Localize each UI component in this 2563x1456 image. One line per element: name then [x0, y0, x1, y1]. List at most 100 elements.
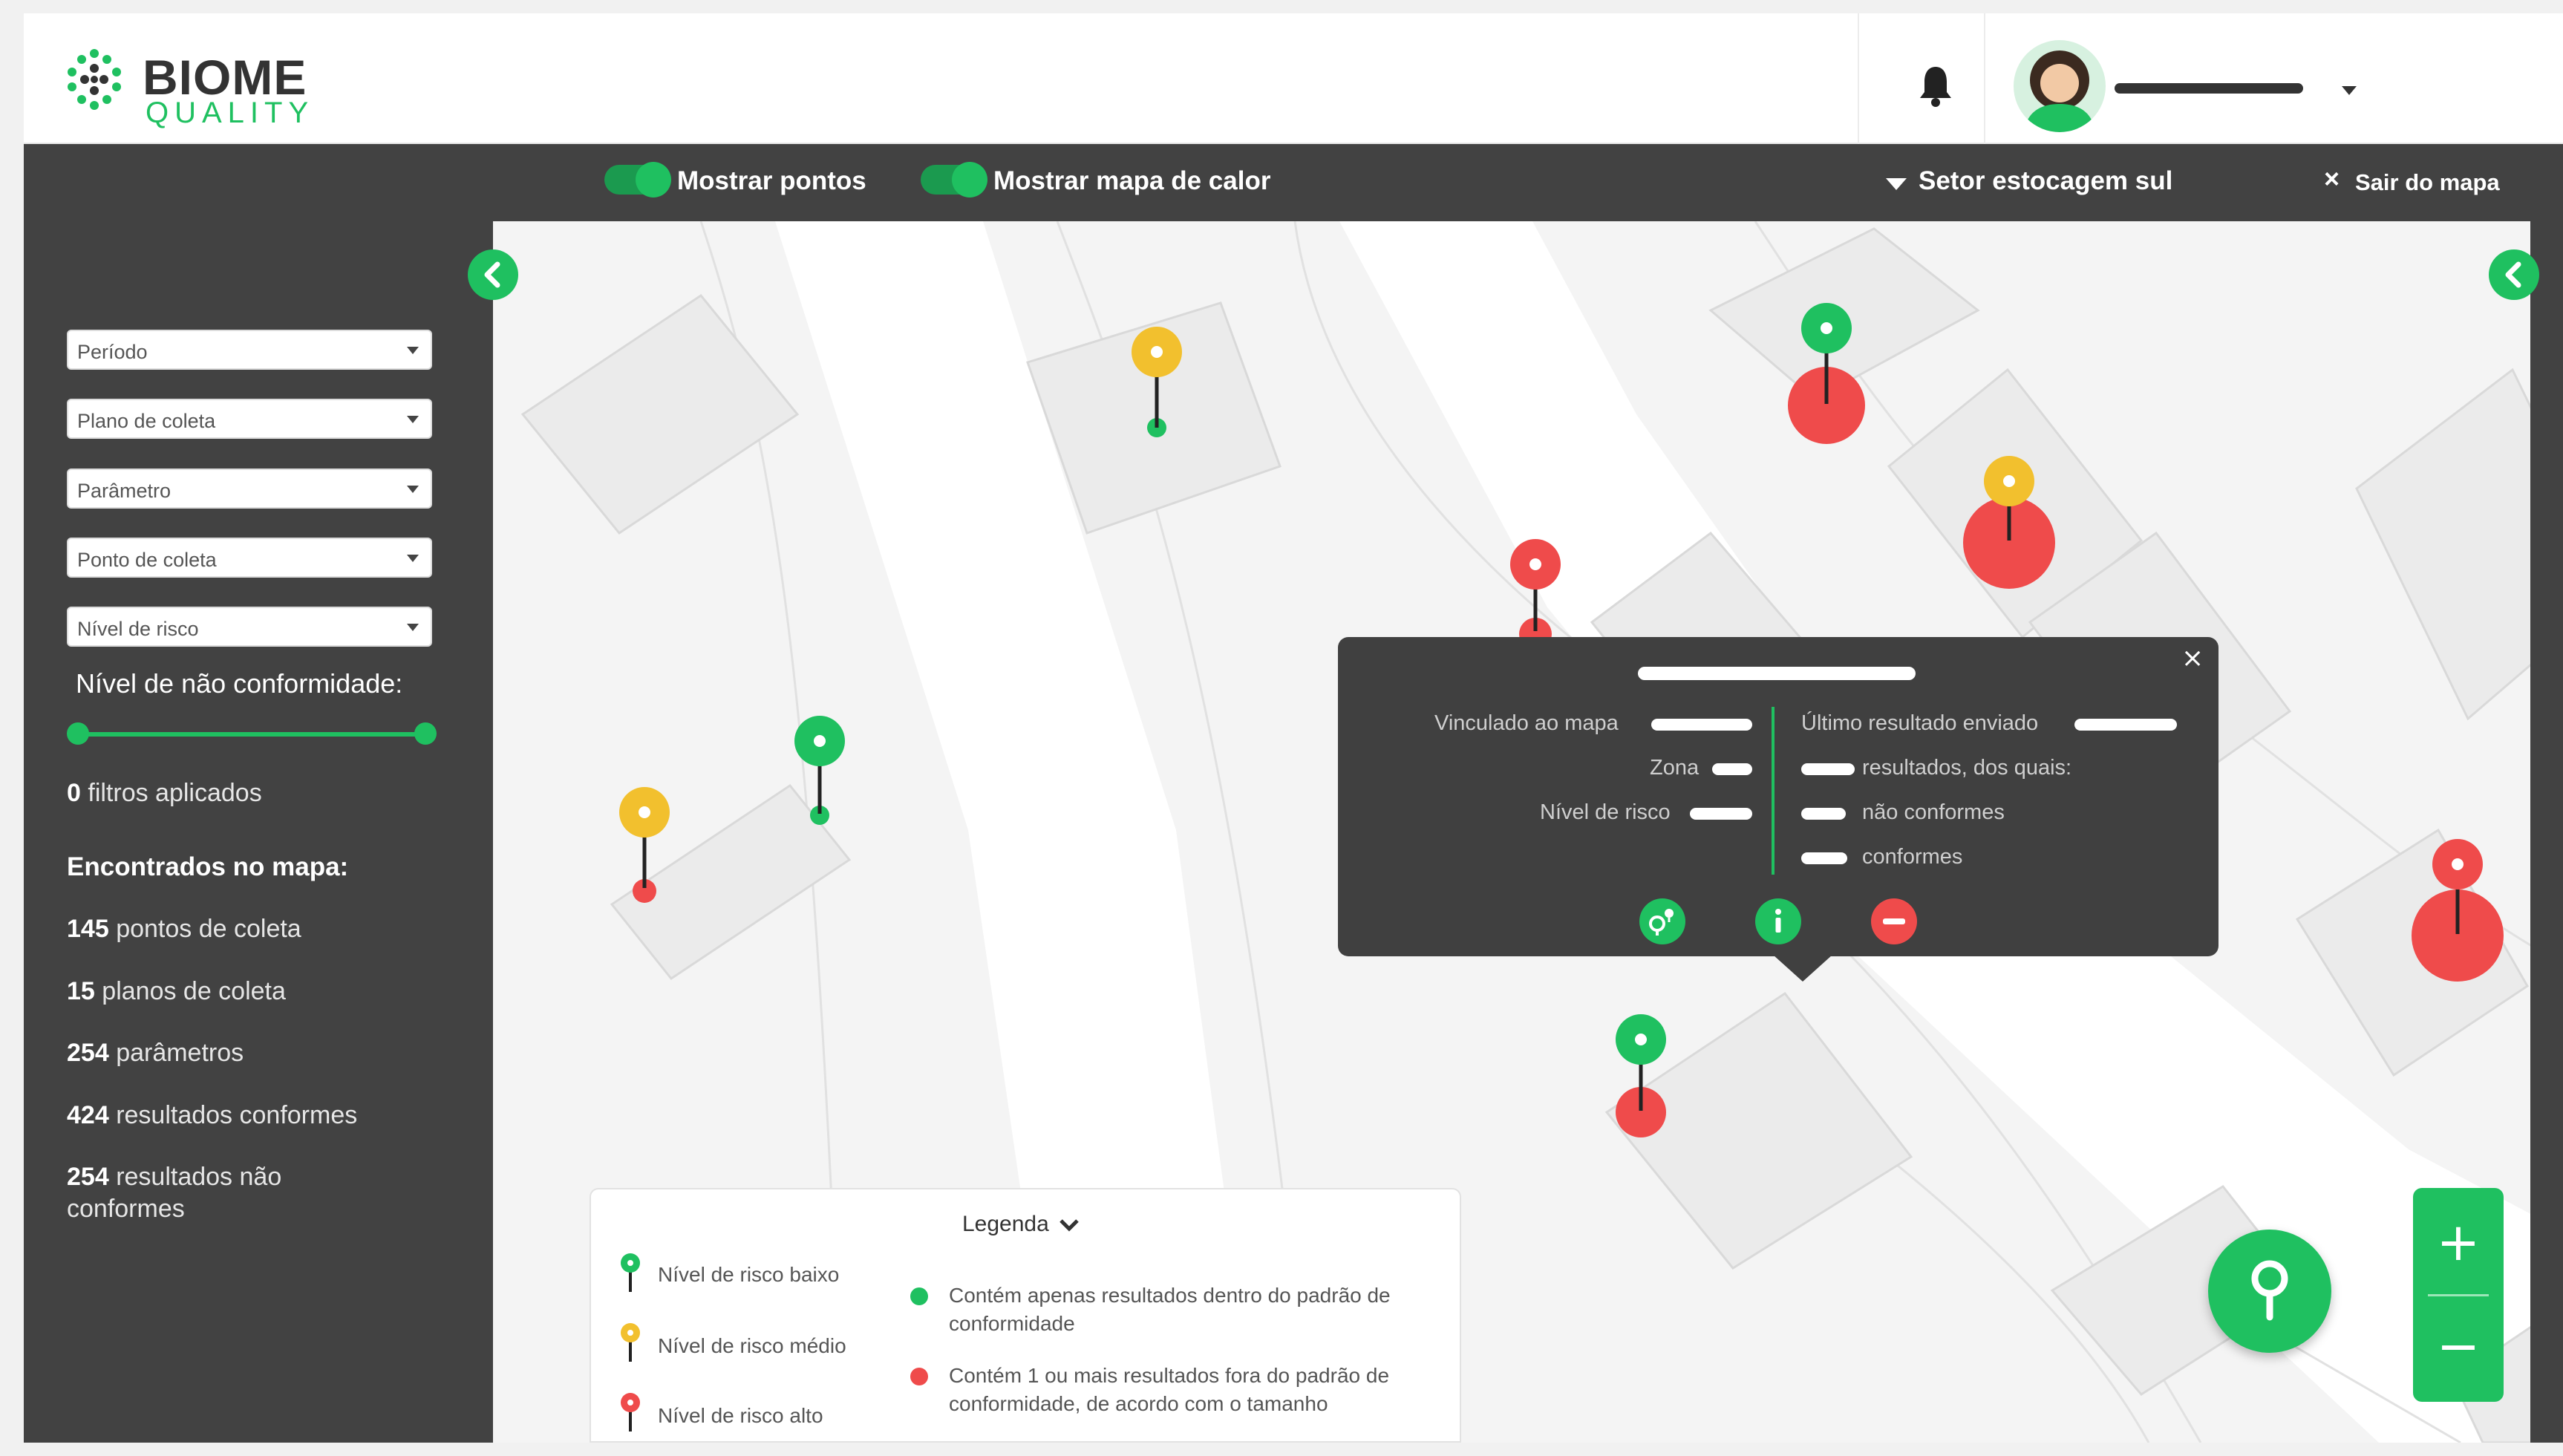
red-pin-icon	[621, 1393, 640, 1431]
select-label: Parâmetro	[77, 480, 172, 502]
popup-title-placeholder	[1638, 667, 1916, 680]
add-point-button[interactable]	[2208, 1230, 2331, 1353]
biome-quality-logo[interactable]: BIOME QUALITY	[53, 39, 308, 129]
legend-risk-mid: Nível de risco médio	[658, 1334, 846, 1357]
close-icon[interactable]: ×	[2324, 163, 2340, 195]
zoom-control: + −	[2413, 1188, 2504, 1402]
stat-value: 424	[67, 1101, 109, 1129]
collection-point-popup: × Vinculado ao mapa Zona Nível de risco …	[1338, 637, 2218, 956]
value-placeholder	[1801, 808, 1846, 820]
info-icon	[1775, 909, 1781, 933]
expand-right-panel-button[interactable]	[2489, 249, 2539, 300]
last-result-label: Último resultado enviado	[1801, 711, 2039, 735]
toggle-knob	[952, 162, 987, 197]
toggle-knob	[636, 162, 671, 197]
stat-value: 254	[67, 1039, 109, 1067]
zoom-divider	[2428, 1294, 2489, 1296]
stat-item: 254 resultados não conformes	[67, 1161, 386, 1224]
legend-toggle[interactable]: Legenda	[962, 1212, 1080, 1237]
select-label: Período	[77, 341, 148, 363]
show-heatmap-label: Mostrar mapa de calor	[993, 166, 1271, 195]
chevron-down-icon	[1060, 1219, 1079, 1232]
stat-label: resultados conformes	[116, 1101, 358, 1129]
nonconforming-label: não conformes	[1862, 800, 2005, 824]
select-label: Ponto de coleta	[77, 549, 217, 571]
yellow-pin-icon	[621, 1323, 640, 1362]
nonconformity-label: Nível de não conformidade:	[76, 668, 403, 699]
value-placeholder	[1651, 719, 1752, 731]
top-header: BIOME QUALITY	[24, 13, 2563, 144]
found-heading: Encontrados no mapa:	[67, 852, 349, 881]
stat-value: 145	[67, 915, 109, 943]
stat-value: 15	[67, 977, 95, 1005]
stat-item: 145 pontos de coleta	[67, 913, 301, 945]
value-placeholder	[1801, 852, 1847, 864]
logo-subtitle: QUALITY	[146, 97, 315, 129]
stat-item: 15 planos de coleta	[67, 976, 286, 1008]
stat-label: pontos de coleta	[116, 915, 301, 943]
nonconformity-slider[interactable]	[77, 732, 426, 737]
slider-min-handle[interactable]	[67, 722, 89, 745]
filter-collection-plan-select[interactable]: Plano de coleta	[67, 399, 432, 439]
close-icon[interactable]: ×	[2181, 643, 2204, 673]
username-placeholder	[2115, 83, 2303, 94]
link-point-button[interactable]	[1639, 898, 1685, 944]
stat-item: 254 parâmetros	[67, 1037, 244, 1069]
filter-collection-point-select[interactable]: Ponto de coleta	[67, 538, 432, 578]
chevron-down-icon[interactable]	[2334, 76, 2364, 105]
chevron-down-icon	[407, 347, 419, 354]
filters-applied: 0 filtros aplicados	[67, 777, 262, 809]
popup-pointer	[1773, 955, 1832, 982]
filters-text: filtros aplicados	[88, 779, 262, 807]
filters-sidebar: Período Plano de coleta Parâmetro Ponto …	[24, 144, 493, 1443]
zoom-in-button[interactable]: +	[2413, 1194, 2504, 1290]
header-divider	[1984, 13, 1985, 144]
show-points-toggle[interactable]	[604, 162, 671, 197]
value-placeholder	[1712, 763, 1752, 775]
select-label: Nível de risco	[77, 618, 199, 640]
legend-only-conforming: Contém apenas resultados dentro do padrã…	[949, 1284, 1391, 1335]
value-placeholder	[2074, 719, 2177, 731]
remove-button[interactable]	[1871, 898, 1917, 944]
stat-label: parâmetros	[116, 1039, 244, 1067]
green-pin-icon	[621, 1253, 640, 1292]
app-window: BIOME QUALITY Período Plano de coleta Pa…	[24, 13, 2563, 1443]
chevron-down-icon	[407, 624, 419, 631]
bell-icon[interactable]	[1917, 64, 1954, 108]
zoom-out-button[interactable]: −	[2413, 1298, 2504, 1394]
risk-level-label: Nível de risco	[1540, 800, 1671, 824]
chevron-down-icon	[407, 555, 419, 562]
filters-count: 0	[67, 779, 81, 807]
linked-map-label: Vinculado ao mapa	[1434, 711, 1619, 735]
chevron-down-icon	[407, 416, 419, 423]
logo-dots-icon	[68, 49, 121, 110]
header-divider	[1858, 13, 1859, 144]
map-pin-icon	[2251, 1260, 2288, 1321]
caret-down-icon[interactable]	[1886, 178, 1907, 190]
slider-max-handle[interactable]	[414, 722, 437, 745]
exit-map-link[interactable]: Sair do mapa	[2355, 169, 2500, 196]
stat-label: planos de coleta	[102, 977, 286, 1005]
collapse-sidebar-button[interactable]	[468, 249, 518, 300]
filter-period-select[interactable]: Período	[67, 330, 432, 370]
link-point-icon	[1649, 909, 1674, 936]
info-button[interactable]	[1755, 898, 1801, 944]
green-dot-icon	[910, 1287, 928, 1305]
stat-item: 424 resultados conformes	[67, 1100, 357, 1132]
legend-risk-high: Nível de risco alto	[658, 1404, 823, 1427]
zone-label: Zona	[1650, 756, 1700, 780]
map-toolbar: Mostrar pontos Mostrar mapa de calor Set…	[493, 144, 2563, 221]
sector-dropdown[interactable]: Setor estocagem sul	[1919, 166, 2172, 196]
avatar-icon	[2024, 50, 2095, 132]
filter-risk-level-select[interactable]: Nível de risco	[67, 607, 432, 647]
map-legend: Legenda Nível de risco baixo Nível de ri…	[590, 1188, 1461, 1443]
user-avatar[interactable]	[2014, 40, 2106, 132]
filter-parameter-select[interactable]: Parâmetro	[67, 469, 432, 509]
select-label: Plano de coleta	[77, 410, 216, 432]
chevron-left-icon	[2505, 261, 2521, 288]
show-heatmap-toggle[interactable]	[921, 162, 987, 197]
legend-risk-low: Nível de risco baixo	[658, 1263, 840, 1286]
popup-divider	[1772, 707, 1774, 875]
show-points-label: Mostrar pontos	[677, 166, 866, 195]
red-dot-icon	[910, 1368, 928, 1385]
